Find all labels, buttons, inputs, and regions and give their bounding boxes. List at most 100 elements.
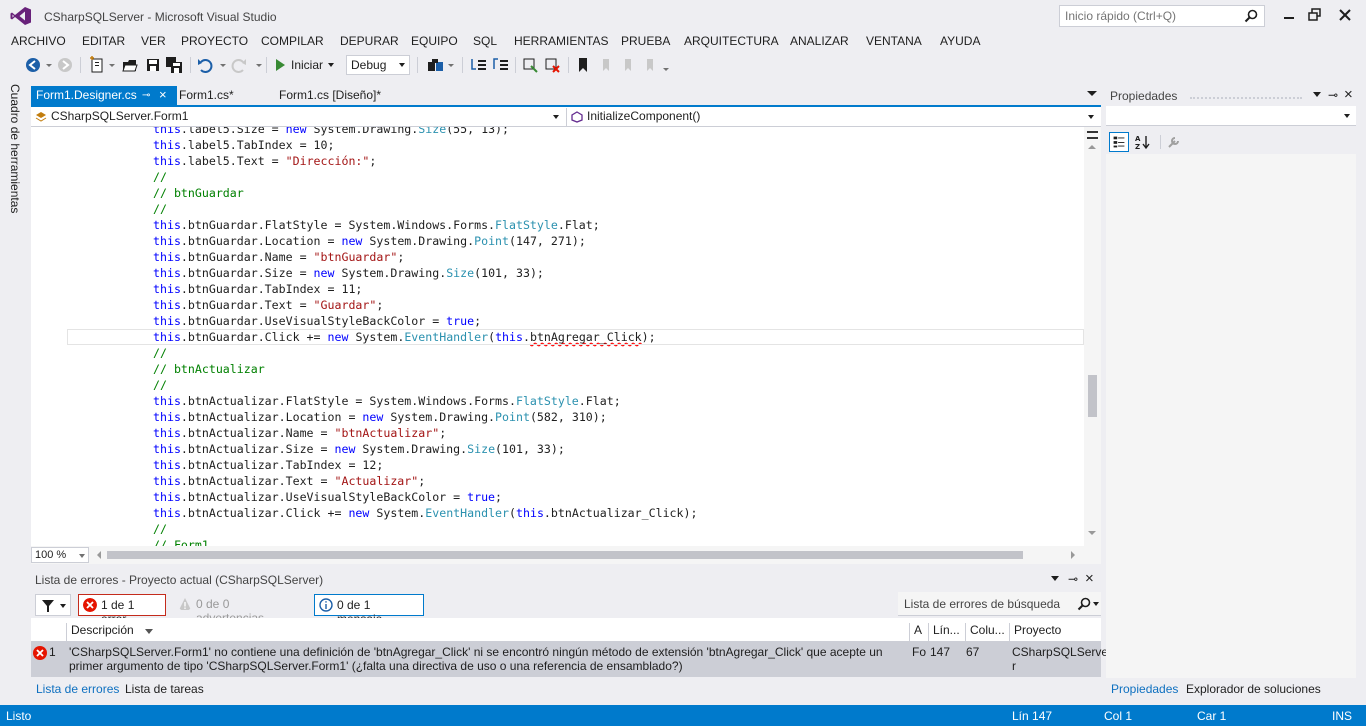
chevron-down-icon[interactable] <box>1093 602 1099 606</box>
pin-icon[interactable]: ⊸ <box>1328 88 1338 102</box>
menu-ver[interactable]: VER <box>141 34 166 48</box>
save-all-icon[interactable] <box>165 56 183 74</box>
filter-button[interactable] <box>35 594 71 616</box>
pin-icon[interactable]: ⊸ <box>1068 572 1078 586</box>
menu-ventana[interactable]: VENTANA <box>866 34 922 48</box>
split-window-icon[interactable] <box>1087 131 1098 139</box>
error-table-row[interactable]: 1 'CSharpSQLServer.Form1' no contiene un… <box>31 642 1108 677</box>
property-grid[interactable] <box>1106 154 1356 678</box>
code-line[interactable]: this.btnActualizar.Text = "Actualizar"; <box>67 473 1084 489</box>
menu-ayuda[interactable]: AYUDA <box>940 34 980 48</box>
code-line[interactable]: this.btnGuardar.UseVisualStyleBackColor … <box>67 313 1084 329</box>
editor-margin[interactable] <box>31 127 67 546</box>
code-editor[interactable]: this.label5.Size = new System.Drawing.Si… <box>31 127 1084 546</box>
undo-dropdown-icon[interactable] <box>220 64 226 67</box>
code-line[interactable]: this.label5.Text = "Dirección:"; <box>67 153 1084 169</box>
alphabetical-icon[interactable]: AZ <box>1134 133 1152 151</box>
horizontal-scroll-thumb[interactable] <box>107 551 1023 559</box>
tab-error-list[interactable]: Lista de errores <box>36 682 119 696</box>
editor-vertical-scrollbar[interactable] <box>1084 127 1101 546</box>
find-in-files-icon[interactable] <box>426 56 444 74</box>
code-line[interactable]: this.btnGuardar.Name = "btnGuardar"; <box>67 249 1084 265</box>
solution-configuration-select[interactable]: Debug <box>346 55 410 75</box>
tab-form1-code[interactable]: Form1.cs* <box>174 86 239 105</box>
scroll-right-icon[interactable] <box>1071 551 1075 559</box>
find-dropdown-icon[interactable] <box>448 64 454 67</box>
restore-window-icon[interactable] <box>1306 6 1324 24</box>
code-line[interactable]: // btnActualizar <box>67 361 1084 377</box>
clear-bookmarks-icon[interactable] <box>640 56 658 74</box>
errors-filter-button[interactable]: 1 de 1 error <box>78 594 166 626</box>
search-icon[interactable] <box>1244 9 1258 23</box>
menu-compilar[interactable]: COMPILAR <box>261 34 324 48</box>
properties-object-select[interactable] <box>1106 106 1356 126</box>
code-line[interactable]: this.btnGuardar.FlatStyle = System.Windo… <box>67 217 1084 233</box>
menu-editar[interactable]: EDITAR <box>82 34 125 48</box>
new-project-icon[interactable] <box>88 56 106 74</box>
insert-breakpoint-icon[interactable] <box>521 56 539 74</box>
scroll-left-icon[interactable] <box>97 551 101 559</box>
column-header-line[interactable]: Lín... <box>928 623 965 641</box>
navigate-back-icon[interactable] <box>24 56 42 74</box>
code-line[interactable]: this.btnGuardar.TabIndex = 11; <box>67 281 1084 297</box>
panel-menu-icon[interactable] <box>1051 576 1059 581</box>
code-line[interactable]: this.btnActualizar.UseVisualStyleBackCol… <box>67 489 1084 505</box>
close-window-icon[interactable] <box>1336 6 1354 24</box>
code-line[interactable]: this.btnGuardar.Click += new System.Even… <box>67 329 1084 345</box>
save-icon[interactable] <box>144 56 162 74</box>
code-line[interactable]: // <box>67 201 1084 217</box>
code-line[interactable]: this.label5.Size = new System.Drawing.Si… <box>67 127 1084 137</box>
menu-prueba[interactable]: PRUEBA <box>621 34 670 48</box>
code-line[interactable]: // <box>67 521 1084 537</box>
undo-icon[interactable] <box>196 56 214 74</box>
code-line[interactable]: this.btnGuardar.Text = "Guardar"; <box>67 297 1084 313</box>
menu-equipo[interactable]: EQUIPO <box>411 34 458 48</box>
panel-menu-icon[interactable] <box>1313 92 1321 97</box>
code-line[interactable]: // <box>67 345 1084 361</box>
menu-depurar[interactable]: DEPURAR <box>340 34 399 48</box>
step-into-icon[interactable] <box>470 56 488 74</box>
tab-overflow-icon[interactable] <box>1087 91 1097 96</box>
vertical-scroll-thumb[interactable] <box>1088 375 1097 417</box>
tab-solution-explorer[interactable]: Explorador de soluciones <box>1186 682 1321 696</box>
code-line[interactable]: // <box>67 377 1084 393</box>
tab-form1-design[interactable]: Form1.cs [Diseño]* <box>274 86 386 105</box>
code-line[interactable]: this.btnGuardar.Location = new System.Dr… <box>67 233 1084 249</box>
bookmark-icon[interactable] <box>574 56 592 74</box>
toolbar-overflow-icon[interactable] <box>663 68 669 71</box>
menu-sql[interactable]: SQL <box>473 34 497 48</box>
error-list-search-box[interactable]: Lista de errores de búsqueda <box>898 592 1101 616</box>
scroll-down-icon[interactable] <box>1088 531 1096 535</box>
code-lines[interactable]: this.label5.Size = new System.Drawing.Si… <box>67 127 1084 546</box>
code-line[interactable]: this.btnActualizar.Location = new System… <box>67 409 1084 425</box>
search-icon[interactable] <box>1077 597 1091 611</box>
minimize-window-icon[interactable] <box>1280 6 1298 24</box>
step-over-icon[interactable] <box>492 56 510 74</box>
quick-launch-input[interactable] <box>1060 6 1235 26</box>
menu-analizar[interactable]: ANALIZAR <box>790 34 849 48</box>
pin-icon[interactable]: ⊸ <box>142 90 150 101</box>
menu-proyecto[interactable]: PROYECTO <box>181 34 248 48</box>
back-dropdown-icon[interactable] <box>46 64 52 67</box>
menu-arquitectura[interactable]: ARQUITECTURA <box>684 34 779 48</box>
code-line[interactable]: this.btnActualizar.FlatStyle = System.Wi… <box>67 393 1084 409</box>
member-dropdown[interactable]: InitializeComponent() <box>566 108 1098 126</box>
navigate-forward-icon[interactable] <box>56 56 74 74</box>
tab-properties[interactable]: Propiedades <box>1111 682 1178 696</box>
new-dropdown-icon[interactable] <box>109 64 115 67</box>
remove-breakpoint-icon[interactable] <box>543 56 561 74</box>
column-header-file[interactable]: A <box>909 623 929 641</box>
previous-bookmark-icon[interactable] <box>596 56 614 74</box>
menu-herramientas[interactable]: HERRAMIENTAS <box>514 34 608 48</box>
toolbox-tab[interactable]: Cuadro de herramientas <box>8 84 22 213</box>
code-line[interactable]: this.label5.TabIndex = 10; <box>67 137 1084 153</box>
start-dropdown-icon[interactable] <box>328 63 335 67</box>
code-line[interactable]: this.btnGuardar.Size = new System.Drawin… <box>67 265 1084 281</box>
redo-icon[interactable] <box>230 56 248 74</box>
code-line[interactable]: this.btnActualizar.Click += new System.E… <box>67 505 1084 521</box>
next-bookmark-icon[interactable] <box>618 56 636 74</box>
open-file-icon[interactable] <box>121 56 139 74</box>
code-line[interactable]: this.btnActualizar.Name = "btnActualizar… <box>67 425 1084 441</box>
start-debugging-button[interactable]: Iniciar <box>274 55 335 75</box>
property-pages-icon[interactable] <box>1166 134 1182 150</box>
